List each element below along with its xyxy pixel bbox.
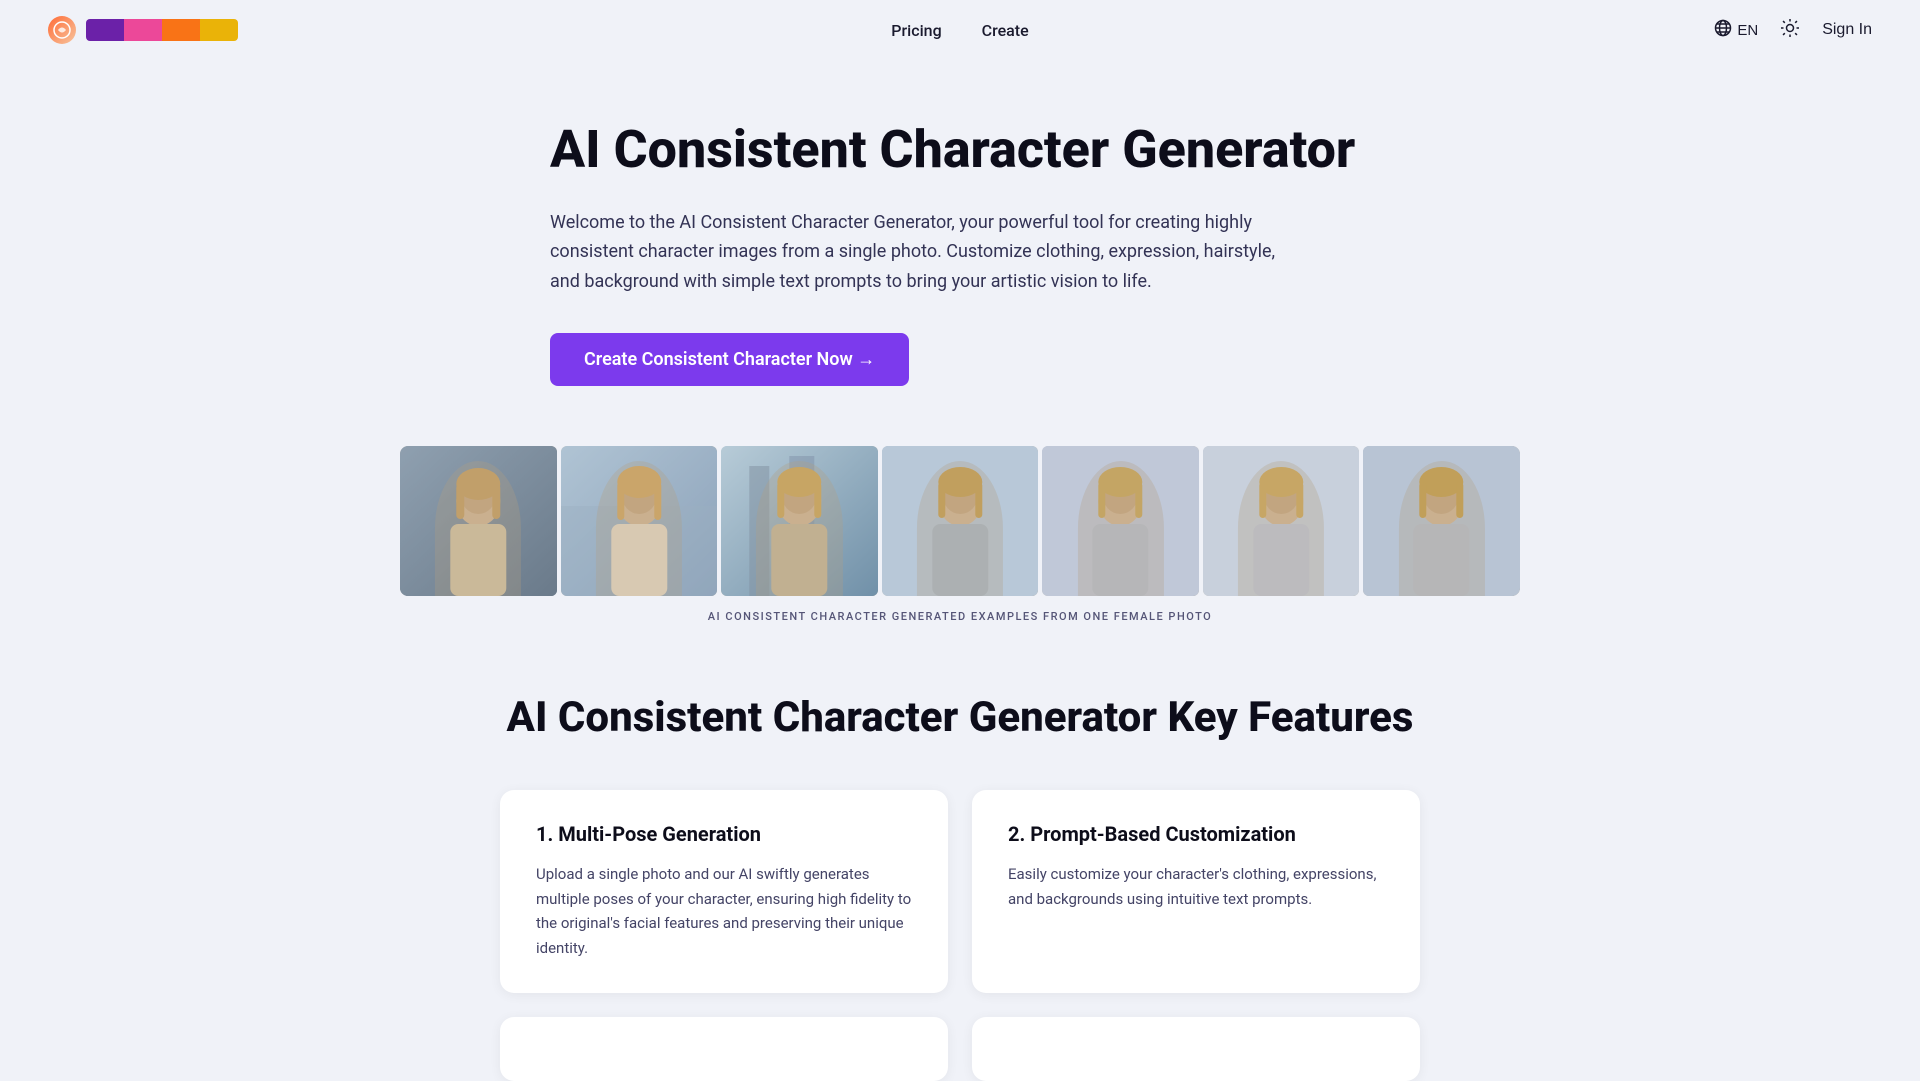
sun-icon: [1780, 22, 1800, 42]
cta-button[interactable]: Create Consistent Character Now →: [550, 333, 909, 386]
globe-icon: [1714, 19, 1732, 41]
gallery-image-2: [561, 446, 718, 596]
nav-pricing[interactable]: Pricing: [891, 21, 941, 40]
header-actions: EN Sign In: [1714, 14, 1872, 47]
features-grid-bottom: [500, 1017, 1420, 1081]
feature-1-title: 1. Multi-Pose Generation: [536, 822, 912, 846]
lang-label: EN: [1737, 22, 1758, 39]
hero-section: AI Consistent Character Generator Welcom…: [510, 120, 1410, 386]
gallery-image-6: [1203, 446, 1360, 596]
feature-2-title: 2. Prompt-Based Customization: [1008, 822, 1384, 846]
features-grid: 1. Multi-Pose Generation Upload a single…: [500, 790, 1420, 993]
hero-description: Welcome to the AI Consistent Character G…: [550, 208, 1290, 297]
main-nav: Pricing Create: [891, 21, 1028, 40]
gallery-image-1: [400, 446, 557, 596]
gallery-section: AI CONSISTENT CHARACTER GENERATED EXAMPL…: [360, 446, 1560, 623]
feature-card-2: 2. Prompt-Based Customization Easily cus…: [972, 790, 1420, 993]
logo[interactable]: [48, 16, 238, 44]
sign-in-button[interactable]: Sign In: [1822, 21, 1872, 39]
gallery-caption: AI CONSISTENT CHARACTER GENERATED EXAMPL…: [400, 610, 1520, 623]
site-header: Pricing Create EN: [0, 0, 1920, 60]
feature-1-description: Upload a single photo and our AI swiftly…: [536, 862, 912, 961]
nav-create[interactable]: Create: [982, 21, 1029, 40]
hero-title: AI Consistent Character Generator: [550, 120, 1370, 180]
language-selector[interactable]: EN: [1714, 19, 1758, 41]
features-title: AI Consistent Character Generator Key Fe…: [500, 693, 1420, 742]
feature-card-1: 1. Multi-Pose Generation Upload a single…: [500, 790, 948, 993]
gallery-image-3: [721, 446, 878, 596]
logo-icon: [48, 16, 76, 44]
gallery-image-7: [1363, 446, 1520, 596]
theme-toggle[interactable]: [1776, 14, 1804, 47]
gallery-image-5: [1042, 446, 1199, 596]
gallery-image-4: [882, 446, 1039, 596]
feature-2-description: Easily customize your character's clothi…: [1008, 862, 1384, 912]
feature-card-3-partial: [500, 1017, 948, 1081]
gallery-strip: [400, 446, 1520, 596]
features-section: AI Consistent Character Generator Key Fe…: [460, 693, 1460, 1081]
feature-card-4-partial: [972, 1017, 1420, 1081]
logo-bar: [86, 19, 238, 41]
